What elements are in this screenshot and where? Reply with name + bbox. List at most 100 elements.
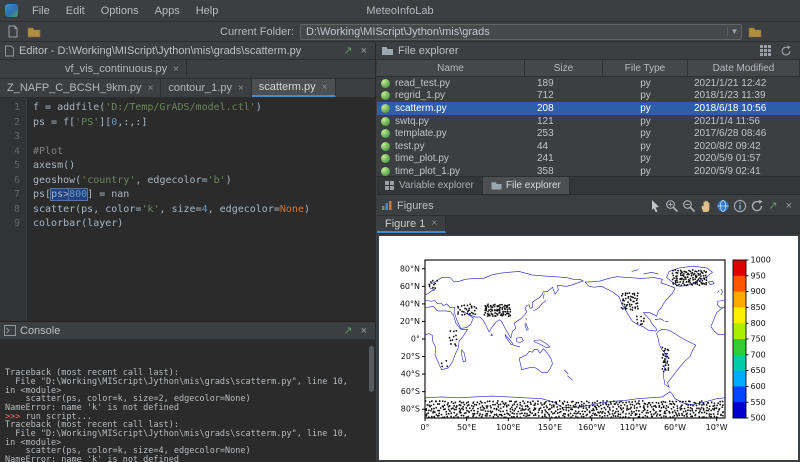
- x-tick-label: 110°W: [620, 423, 647, 432]
- y-tick-label: 80°S: [401, 405, 420, 414]
- file-explorer-panel: File explorer Name Size File Type Date M…: [377, 42, 800, 195]
- menu-edit[interactable]: Edit: [58, 2, 93, 20]
- chevron-down-icon[interactable]: ▼: [727, 27, 741, 36]
- tab-close-icon[interactable]: ×: [322, 82, 328, 93]
- menu-apps[interactable]: Apps: [147, 2, 188, 20]
- colorbar-tick-label: 500: [751, 414, 766, 423]
- coastlines: [425, 266, 725, 407]
- editor-code[interactable]: f = addfile('D:/Temp/GrADS/model.ctl')ps…: [27, 98, 375, 321]
- zoom-in-icon[interactable]: [665, 199, 679, 213]
- file-row[interactable]: scatterm.py208py2018/6/18 10:56: [377, 102, 800, 115]
- file-table-header: Name Size File Type Date Modified: [377, 60, 800, 77]
- figures-float-icon[interactable]: ↗: [764, 199, 781, 212]
- console-float-icon[interactable]: ↗: [339, 324, 356, 337]
- editor-tab[interactable]: Z_NAFP_C_BCSH_9km.py×: [0, 79, 161, 97]
- y-tick-label: 20°S: [401, 352, 420, 361]
- current-folder-combobox[interactable]: D:\Working\MIScript\Jython\mis\grads ▼: [300, 24, 742, 40]
- colorbar-tick-label: 900: [751, 287, 766, 296]
- figures-close-icon[interactable]: ×: [782, 200, 796, 212]
- world-map[interactable]: [425, 266, 725, 418]
- file-row[interactable]: read_test.py189py2021/1/21 12:42: [377, 77, 800, 90]
- file-row[interactable]: template.py253py2017/6/28 08:46: [377, 127, 800, 140]
- editor-panel: Editor - D:\Working\MIScript\Jython\mis\…: [0, 42, 375, 322]
- editor-tab[interactable]: vf_vis_continuous.py×: [58, 60, 187, 78]
- folder-icon: [491, 181, 502, 190]
- refresh-figure-icon[interactable]: [750, 199, 764, 213]
- x-tick-label: 60°W: [664, 423, 686, 432]
- y-tick-label: 40°S: [401, 370, 420, 379]
- explorer-bottom-tabs: Variable explorer File explorer: [377, 176, 800, 194]
- y-tick-label: 60°S: [401, 387, 420, 396]
- bottom-tab-label: Variable explorer: [399, 180, 474, 191]
- column-header-filetype[interactable]: File Type: [603, 60, 688, 76]
- figure-tab[interactable]: Figure 1 ×: [377, 216, 446, 233]
- file-row[interactable]: time_plot_1.py358py2020/5/9 02:41: [377, 165, 800, 176]
- x-tick-label: 160°W: [578, 423, 605, 432]
- menu-options[interactable]: Options: [93, 2, 147, 20]
- y-tick-label: 0°: [411, 335, 420, 344]
- console-panel-title: Console: [20, 325, 60, 337]
- console-icon: [4, 325, 16, 336]
- console-panel-header: Console ↗ ×: [0, 322, 375, 340]
- menubar-menus: FileEditOptionsAppsHelp: [24, 2, 226, 20]
- column-header-size[interactable]: Size: [525, 60, 603, 76]
- y-tick-label: 40°N: [400, 299, 420, 308]
- current-folder-label: Current Folder:: [220, 26, 294, 38]
- pan-hand-icon[interactable]: [699, 199, 713, 213]
- refresh-icon[interactable]: [780, 45, 792, 57]
- editor-tab[interactable]: scatterm.py×: [252, 79, 336, 97]
- menu-help[interactable]: Help: [188, 2, 227, 20]
- y-tick-label: 80°N: [400, 264, 420, 273]
- main-toolbar: Current Folder: D:\Working\MIScript\Jyth…: [0, 22, 800, 42]
- right-column: File explorer Name Size File Type Date M…: [377, 42, 800, 462]
- figure-toolbar: [648, 199, 764, 213]
- identify-info-icon[interactable]: [733, 199, 747, 213]
- code-line: f = addfile('D:/Temp/GrADS/model.ctl'): [33, 101, 375, 116]
- menubar: MeteoInfoLab FileEditOptionsAppsHelp: [0, 0, 800, 22]
- python-file-icon: [381, 142, 390, 151]
- file-row[interactable]: swtq.py121py2021/1/4 11:56: [377, 115, 800, 128]
- new-script-button[interactable]: [5, 24, 21, 40]
- file-row[interactable]: test.py44py2020/8/2 09:42: [377, 140, 800, 153]
- bottom-tab-file-explorer[interactable]: File explorer: [483, 177, 570, 194]
- code-editor[interactable]: 123456789 f = addfile('D:/Temp/GrADS/mod…: [0, 98, 375, 321]
- python-file-icon: [381, 79, 390, 88]
- figures-title: Figures: [397, 200, 434, 212]
- colorbar-tick-label: 1000: [751, 256, 771, 265]
- full-extent-globe-icon[interactable]: [716, 199, 730, 213]
- editor-tab[interactable]: contour_1.py×: [161, 79, 251, 97]
- tab-close-icon[interactable]: ×: [148, 83, 154, 94]
- select-pointer-icon[interactable]: [648, 199, 662, 213]
- left-column: Editor - D:\Working\MIScript\Jython\mis\…: [0, 42, 376, 462]
- bottom-tab-variable-explorer[interactable]: Variable explorer: [377, 177, 483, 194]
- file-row[interactable]: regrid_1.py712py2018/1/23 11:39: [377, 90, 800, 103]
- plot-canvas[interactable]: 0°50°E100°E150°E160°W110°W60°W10°W80°N60…: [379, 236, 798, 460]
- file-row[interactable]: time_plot.py241py2020/5/9 01:57: [377, 153, 800, 166]
- python-file-icon: [381, 117, 390, 126]
- editor-gutter: 123456789: [0, 98, 27, 321]
- console-scrollbar[interactable]: [369, 346, 374, 392]
- column-header-name[interactable]: Name: [377, 60, 525, 76]
- console-close-icon[interactable]: ×: [357, 325, 371, 337]
- console-output[interactable]: Traceback (most recent call last): File …: [0, 340, 375, 462]
- colorbar-tick-label: 850: [751, 303, 766, 312]
- editor-tab-row-1: vf_vis_continuous.py×: [0, 60, 375, 79]
- colorbar-tick-label: 800: [751, 319, 766, 328]
- editor-float-icon[interactable]: ↗: [339, 44, 356, 57]
- tab-close-icon[interactable]: ×: [238, 83, 244, 94]
- menu-file[interactable]: File: [24, 2, 58, 20]
- tab-close-icon[interactable]: ×: [173, 64, 179, 75]
- editor-panel-header: Editor - D:\Working\MIScript\Jython\mis\…: [0, 42, 375, 60]
- figure-svg[interactable]: 0°50°E100°E150°E160°W110°W60°W10°W80°N60…: [381, 242, 793, 454]
- figure-tab-close-icon[interactable]: ×: [431, 218, 437, 229]
- grid-view-icon[interactable]: [760, 45, 771, 56]
- open-script-button[interactable]: [26, 24, 42, 40]
- browse-folder-button[interactable]: [747, 24, 763, 40]
- console-panel: Console ↗ × Traceback (most recent call …: [0, 322, 375, 462]
- bottom-tab-label: File explorer: [506, 180, 561, 191]
- scatter-dots: [425, 269, 724, 418]
- editor-icon: [4, 45, 15, 57]
- editor-close-icon[interactable]: ×: [357, 45, 371, 57]
- zoom-out-icon[interactable]: [682, 199, 696, 213]
- column-header-modified[interactable]: Date Modified: [688, 60, 800, 76]
